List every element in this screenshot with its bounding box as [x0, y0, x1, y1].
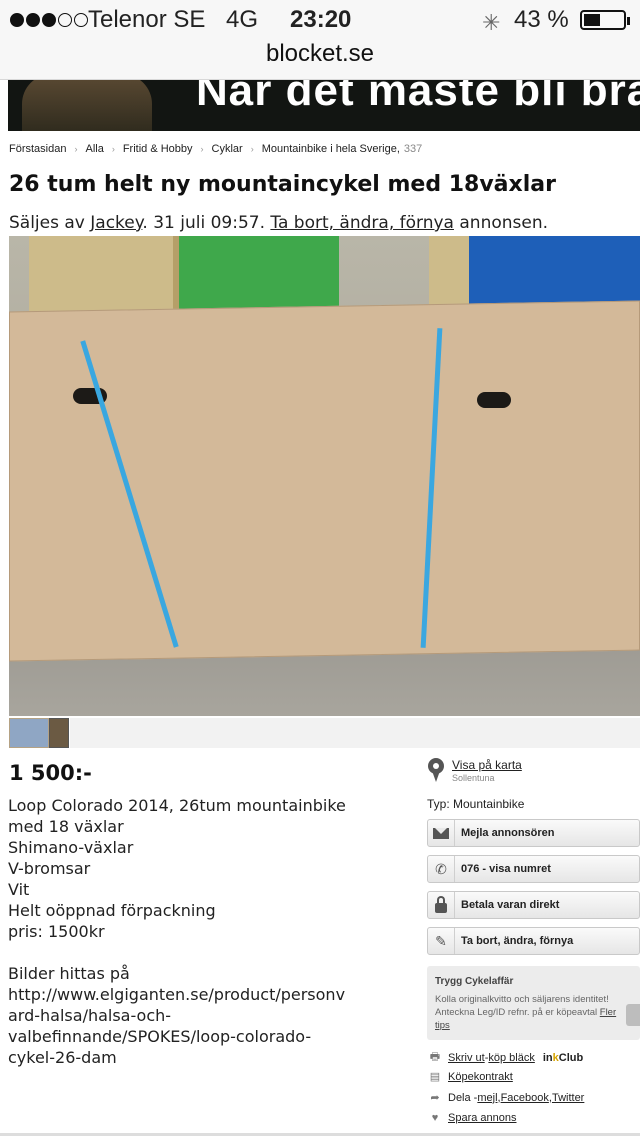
seller-name-link[interactable]: Jackey [90, 213, 142, 233]
printer-icon: 🖶 [429, 1051, 441, 1063]
banner-text: När det mäste bli bra [196, 80, 640, 115]
cardboard-box [9, 300, 640, 662]
show-on-map-link[interactable]: Visa på karta [452, 758, 522, 772]
chevron-right-icon: › [200, 144, 204, 154]
tips-heading: Trygg Cykelaffär [435, 976, 514, 987]
breadcrumb-item-home[interactable]: Förstasidan [9, 143, 66, 155]
breadcrumb-item-bikes[interactable]: Cyklar [212, 143, 243, 155]
pay-directly-button[interactable]: Betala varan direkt [427, 891, 640, 919]
save-ad-link[interactable]: Spara annons [448, 1112, 517, 1124]
url-text: blocket.se [265, 40, 375, 67]
ad-date: . 31 juli 09:57. [142, 213, 271, 233]
activity-spinner-icon: ✳ [482, 10, 501, 35]
share-email-link[interactable]: mejl [477, 1092, 497, 1104]
chevron-right-icon: › [111, 144, 115, 154]
print-link[interactable]: Skriv ut [448, 1052, 485, 1064]
share-arrow-icon: ➦ [430, 1092, 440, 1104]
carrier-name: Telenor SE [88, 6, 206, 33]
buy-ink-link[interactable]: köp bläck [488, 1052, 534, 1064]
share-twitter-link[interactable]: Twitter [552, 1092, 584, 1104]
ios-status-bar: Telenor SE 4G 23:20 ✳ 43 % [0, 0, 640, 40]
signal-strength-indicator [10, 13, 88, 27]
padlock-icon [626, 1004, 640, 1026]
address-bar[interactable]: blocket.se [0, 40, 640, 80]
thumbnail-2[interactable] [49, 718, 69, 748]
chevron-right-icon: › [74, 144, 78, 154]
map-pin-icon [428, 758, 444, 784]
pencil-icon: ✎ [435, 932, 447, 949]
ad-description: Loop Colorado 2014, 26tum mountainbike m… [8, 796, 346, 1067]
edit-ad-link[interactable]: Ta bort, ändra, förnya [270, 213, 454, 233]
network-type: 4G [226, 6, 259, 33]
chevron-right-icon: › [250, 144, 254, 154]
breadcrumb-item-hobby[interactable]: Fritid & Hobby [123, 143, 193, 155]
breadcrumb-item-mountainbike[interactable]: Mountainbike i hela Sverige, [262, 143, 400, 155]
contract-row: ▤ Köpekontrakt [428, 1070, 513, 1084]
location-text: Sollentuna [452, 773, 495, 783]
ad-title: 26 tum helt ny mountaincykel med 18växla… [9, 172, 556, 197]
breadcrumb: Förstasidan › Alla › Fritid & Hobby › Cy… [9, 143, 422, 155]
battery-icon [580, 10, 630, 30]
purchase-contract-link[interactable]: Köpekontrakt [448, 1071, 513, 1083]
envelope-icon [433, 827, 449, 839]
breadcrumb-item-all[interactable]: Alla [85, 143, 103, 155]
tips-body: Kolla originalkvitto och säljarens ident… [435, 994, 617, 1031]
clock: 23:20 [290, 6, 352, 33]
email-seller-button[interactable]: Mejla annonsören [427, 819, 640, 847]
breadcrumb-count: 337 [403, 143, 423, 155]
thumbnail-1[interactable] [9, 718, 49, 748]
banner-ad[interactable]: När det mäste bli bra [8, 80, 640, 131]
share-facebook-link[interactable]: Facebook [501, 1092, 549, 1104]
save-row: ♥ Spara annons [428, 1112, 517, 1124]
document-icon: ▤ [429, 1071, 441, 1083]
thumbnail-strip [9, 718, 69, 748]
heart-icon: ♥ [431, 1112, 439, 1124]
ad-type: Typ: Mountainbike [427, 797, 525, 811]
ad-price: 1 500:- [9, 761, 92, 785]
lock-icon [435, 895, 447, 913]
seller-line: Säljes av Jackey. 31 juli 09:57. Ta bort… [9, 213, 549, 233]
safety-tips-box: Trygg Cykelaffär Kolla originalkvitto oc… [427, 966, 640, 1040]
main-product-photo[interactable] [9, 236, 640, 716]
share-row: ➦ Dela - mejl, Facebook, Twitter [428, 1091, 584, 1105]
edit-ad-button[interactable]: ✎ Ta bort, ändra, förnya [427, 927, 640, 955]
banner-person-image [22, 80, 152, 131]
print-row: 🖶 Skriv ut - köp bläck inkClub [428, 1048, 583, 1067]
phone-icon: ✆ [435, 860, 447, 877]
show-phone-button[interactable]: ✆ 076 - visa numret [427, 855, 640, 883]
battery-percent: 43 % [514, 6, 569, 33]
inkclub-logo[interactable]: inkClub [543, 1052, 583, 1064]
